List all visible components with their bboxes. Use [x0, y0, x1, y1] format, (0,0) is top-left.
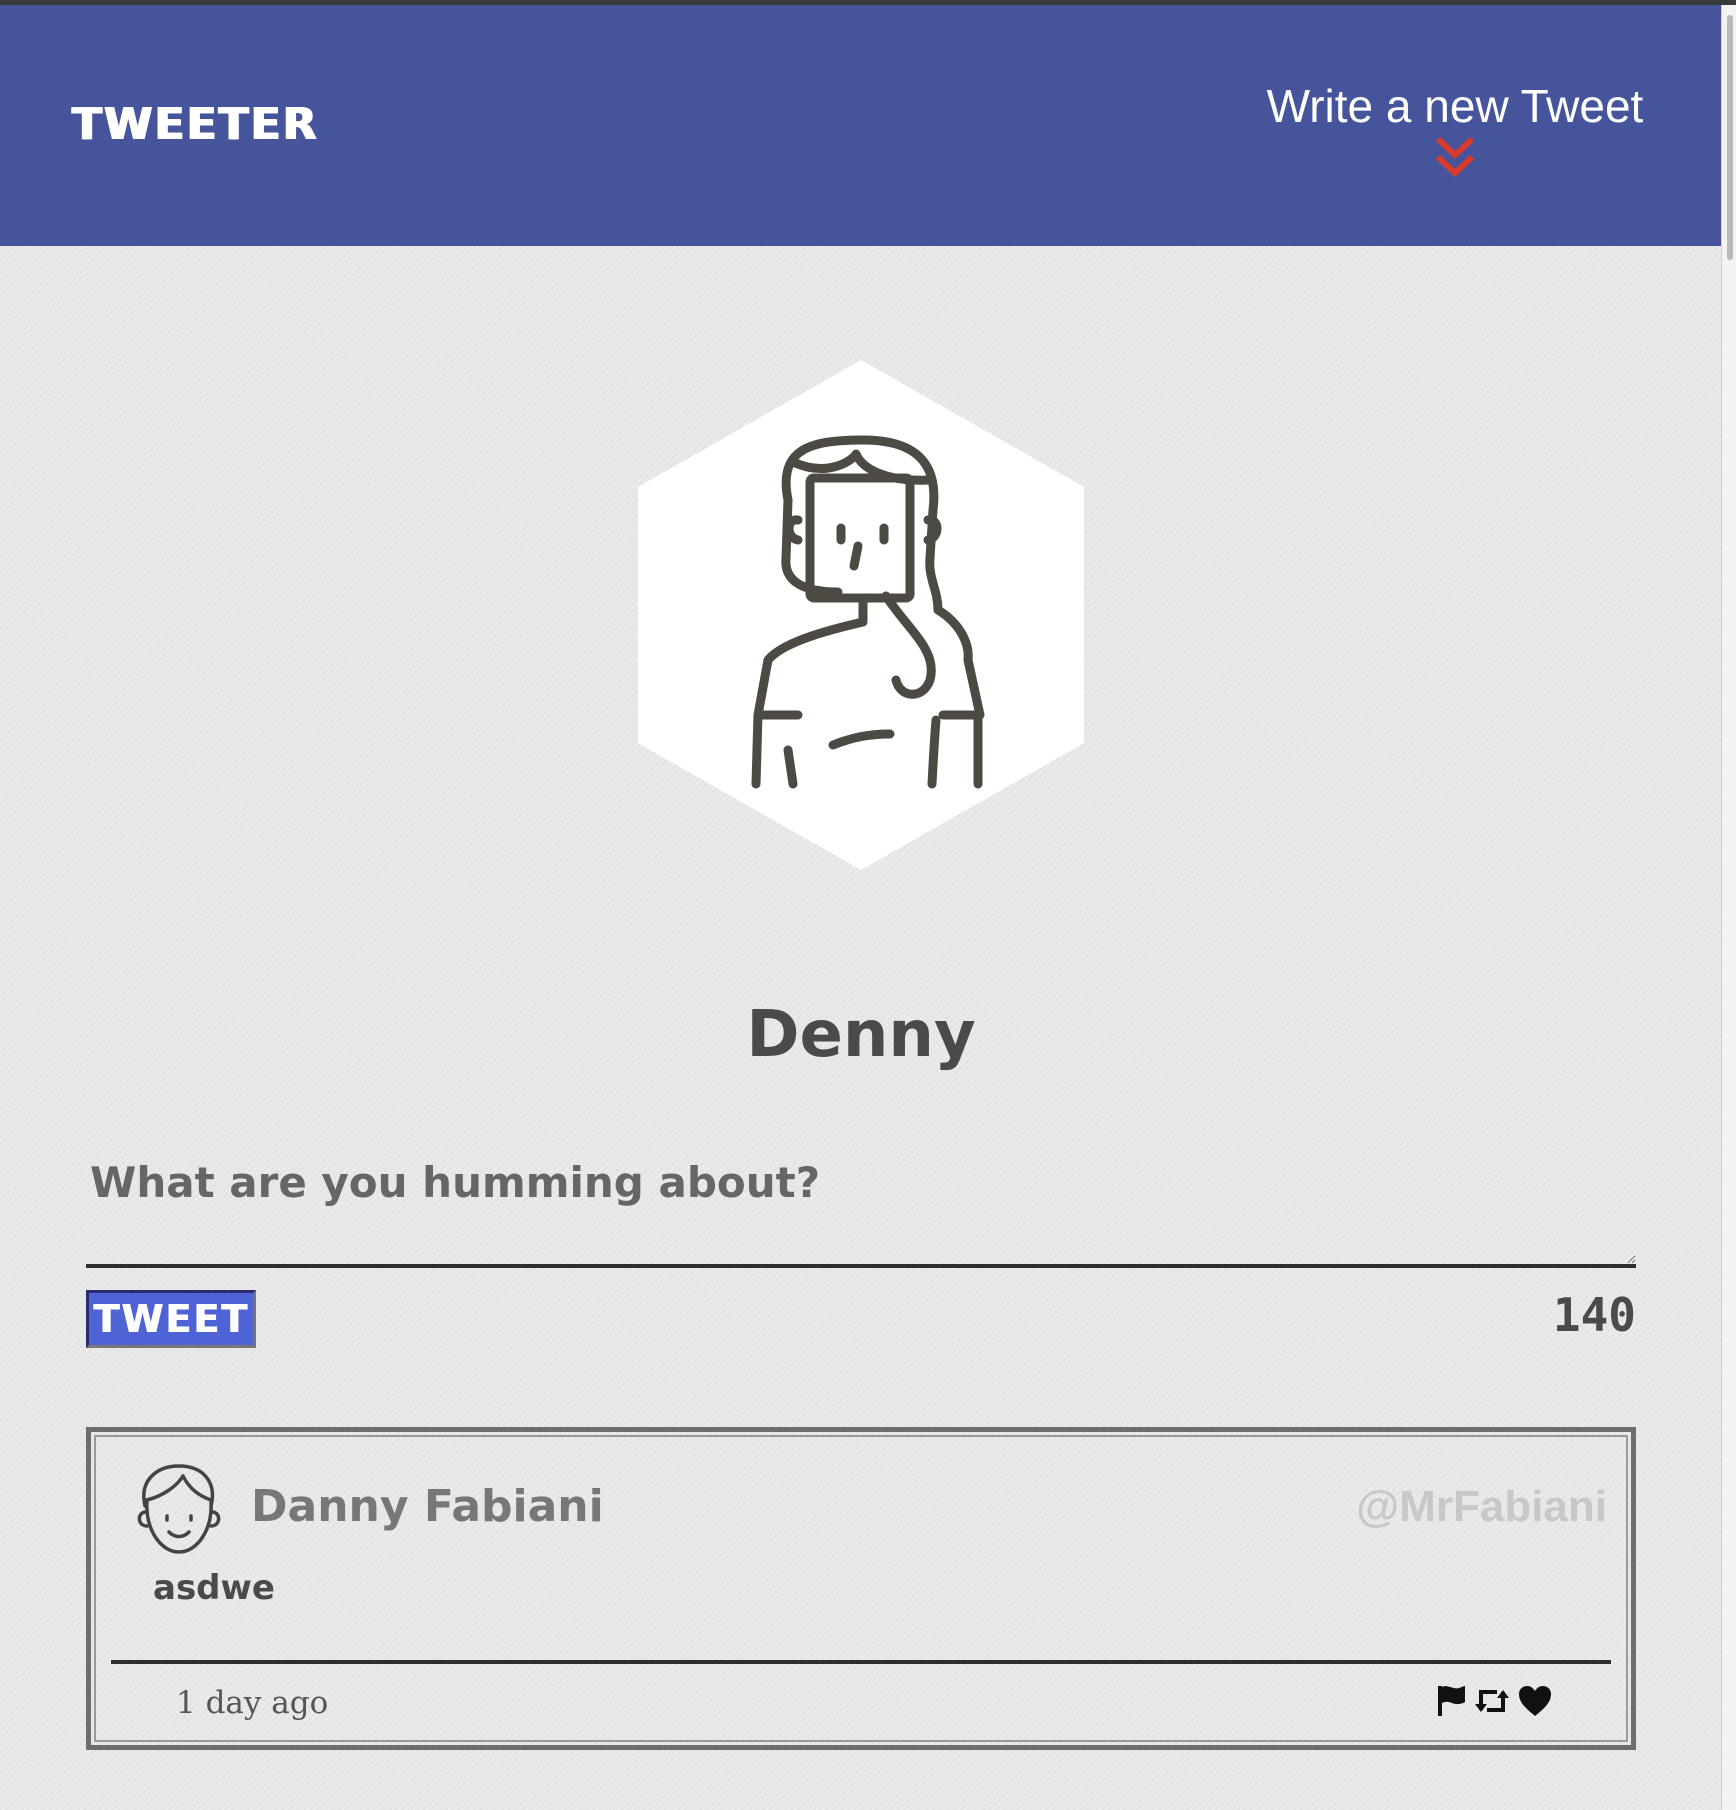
- flag-icon[interactable]: [1435, 1684, 1467, 1718]
- app-logo[interactable]: TWEETER: [72, 103, 319, 147]
- nav-bar: TWEETER Write a new Tweet: [0, 5, 1722, 246]
- heart-icon[interactable]: [1517, 1684, 1553, 1718]
- tweet-input[interactable]: [86, 1140, 1636, 1268]
- man-avatar-icon: [137, 1464, 221, 1554]
- tweet-card: Danny Fabiani @MrFabiani asdwe 1 day ago: [86, 1427, 1636, 1750]
- tweet-timestamp: 1 day ago: [176, 1685, 329, 1721]
- write-new-tweet-toggle[interactable]: Write a new Tweet: [1240, 75, 1670, 181]
- profile-name: Denny: [746, 998, 976, 1072]
- compose-form: TWEET 140: [86, 1140, 1636, 1348]
- tweet-author-name: Danny Fabiani: [251, 1481, 604, 1532]
- scrollbar-thumb[interactable]: [1727, 15, 1733, 260]
- tweet-button[interactable]: TWEET: [86, 1290, 256, 1348]
- tweet-text: asdwe: [153, 1568, 275, 1608]
- scrollbar-track[interactable]: [1721, 5, 1736, 1810]
- char-counter: 140: [1552, 1288, 1636, 1342]
- retweet-icon[interactable]: [1473, 1684, 1511, 1718]
- write-new-tweet-label: Write a new Tweet: [1266, 80, 1644, 132]
- tweet-author-handle: @MrFabiani: [1356, 1482, 1607, 1531]
- double-chevron-down-icon: [1435, 136, 1475, 178]
- tweet-actions: [1435, 1684, 1553, 1718]
- tweet-divider: [111, 1660, 1611, 1664]
- profile-avatar: [638, 360, 1084, 870]
